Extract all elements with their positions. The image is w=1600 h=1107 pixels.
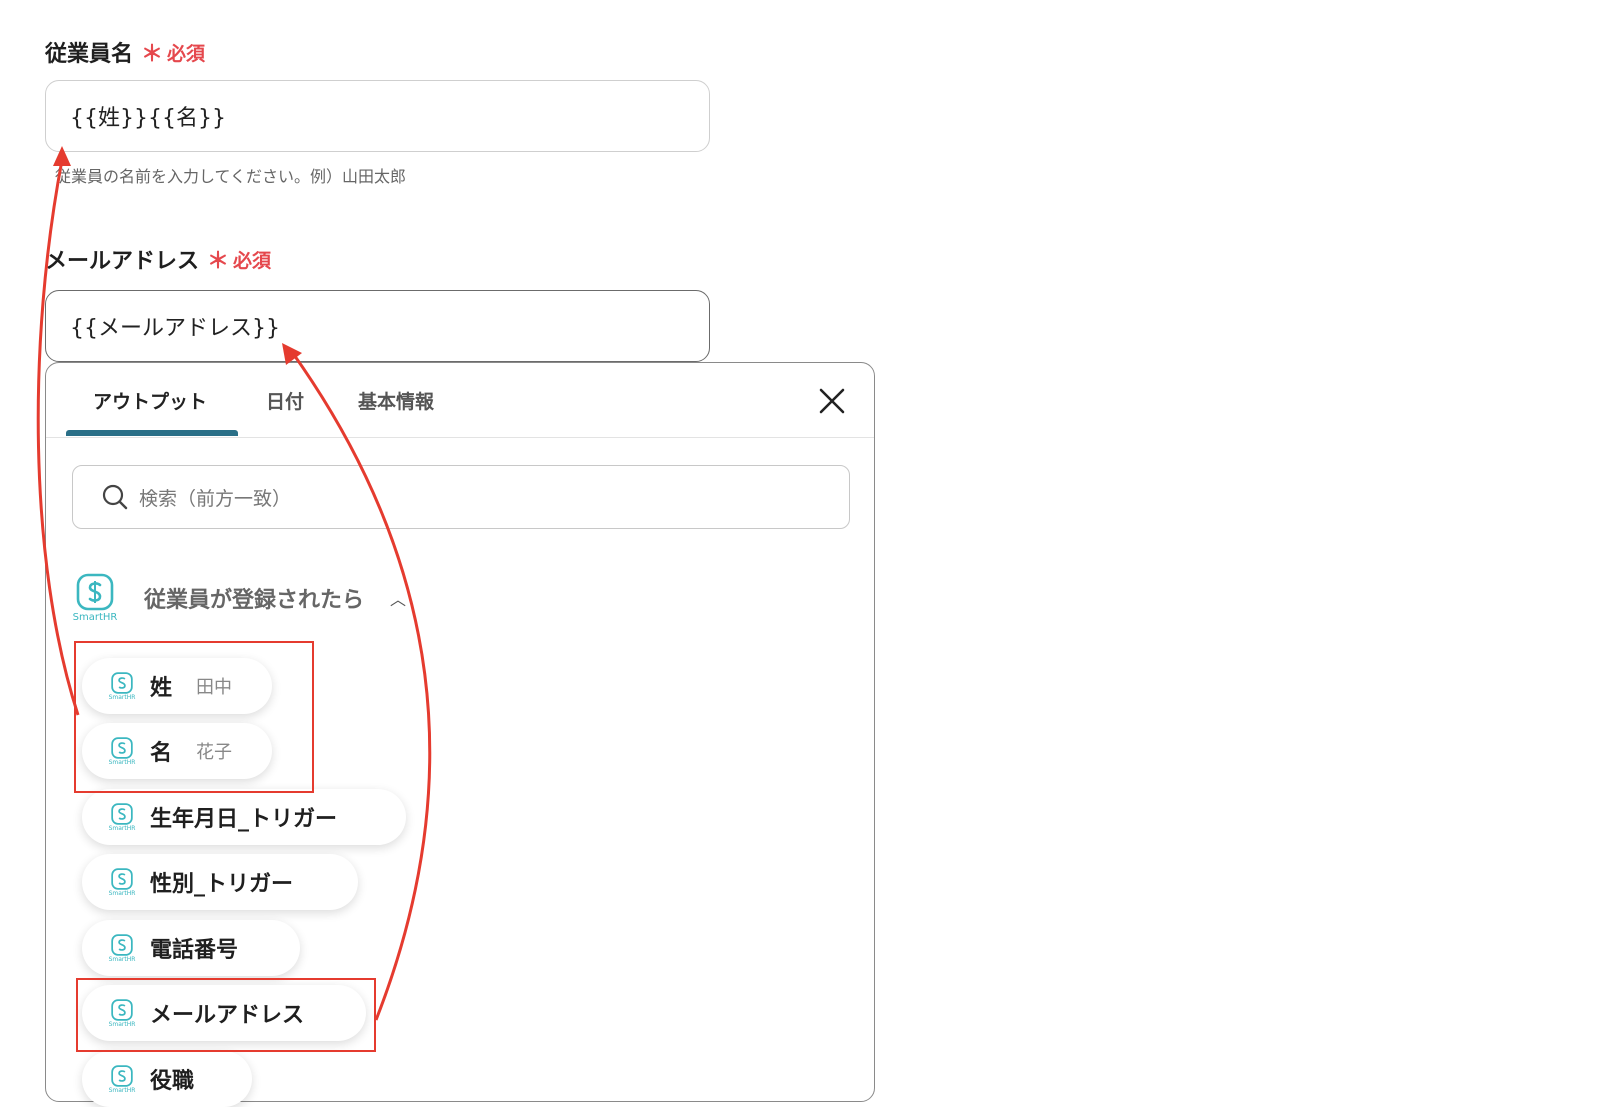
search-icon xyxy=(102,484,128,510)
smarthr-logo-icon: SmartHR xyxy=(106,1064,138,1094)
search-input[interactable]: 検索（前方一致） xyxy=(72,465,850,529)
chevron-up-icon[interactable]: ︿ xyxy=(390,586,406,610)
email-label: メールアドレス ＊ 必須 xyxy=(45,243,271,275)
required-badge: ＊ 必須 xyxy=(141,36,205,68)
group-title: 従業員が登録されたら xyxy=(144,588,365,613)
tab-date[interactable]: 日付 xyxy=(266,387,304,414)
tab-bar: アウトプット 日付 基本情報 xyxy=(46,363,874,438)
smarthr-logo-icon xyxy=(76,573,114,611)
search-placeholder: 検索（前方一致） xyxy=(139,487,292,510)
output-item-email[interactable]: SmartHR メールアドレス xyxy=(82,985,366,1041)
employee-name-input[interactable]: {{姓}}{{名}} xyxy=(45,80,710,152)
output-item-gender[interactable]: SmartHR 性別_トリガー xyxy=(82,854,358,910)
employee-name-label: 従業員名 ＊ 必須 xyxy=(45,36,205,68)
email-input[interactable]: {{メールアドレス}} xyxy=(45,290,710,362)
asterisk-icon: ＊ xyxy=(141,42,164,67)
close-icon[interactable] xyxy=(818,387,846,415)
asterisk-icon: ＊ xyxy=(207,249,230,274)
smarthr-logo-icon: SmartHR xyxy=(106,736,138,766)
required-badge: ＊ 必須 xyxy=(207,243,271,275)
smarthr-logo-icon: SmartHR xyxy=(106,867,138,897)
group-header[interactable]: SmartHR 従業員が登録されたら ︿ xyxy=(68,573,406,623)
smarthr-logo: SmartHR xyxy=(68,573,122,623)
output-item-last-name[interactable]: SmartHR 姓 田中 xyxy=(82,658,272,714)
smarthr-logo-icon: SmartHR xyxy=(106,933,138,963)
output-item-birthdate[interactable]: SmartHR 生年月日_トリガー xyxy=(82,789,406,845)
smarthr-logo-icon: SmartHR xyxy=(106,802,138,832)
output-item-position[interactable]: SmartHR 役職 xyxy=(82,1051,252,1107)
output-item-phone[interactable]: SmartHR 電話番号 xyxy=(82,920,300,976)
active-tab-indicator xyxy=(66,430,238,436)
tab-basic-info[interactable]: 基本情報 xyxy=(358,387,434,414)
smarthr-logo-icon: SmartHR xyxy=(106,671,138,701)
tab-output[interactable]: アウトプット xyxy=(93,387,207,414)
output-picker-panel: アウトプット 日付 基本情報 検索（前方一致） SmartHR 従業員が登録され… xyxy=(45,362,875,1107)
employee-name-hint: 従業員の名前を入力してください。例）山田太郎 xyxy=(55,167,407,186)
smarthr-logo-icon: SmartHR xyxy=(106,998,138,1028)
output-item-first-name[interactable]: SmartHR 名 花子 xyxy=(82,723,272,779)
